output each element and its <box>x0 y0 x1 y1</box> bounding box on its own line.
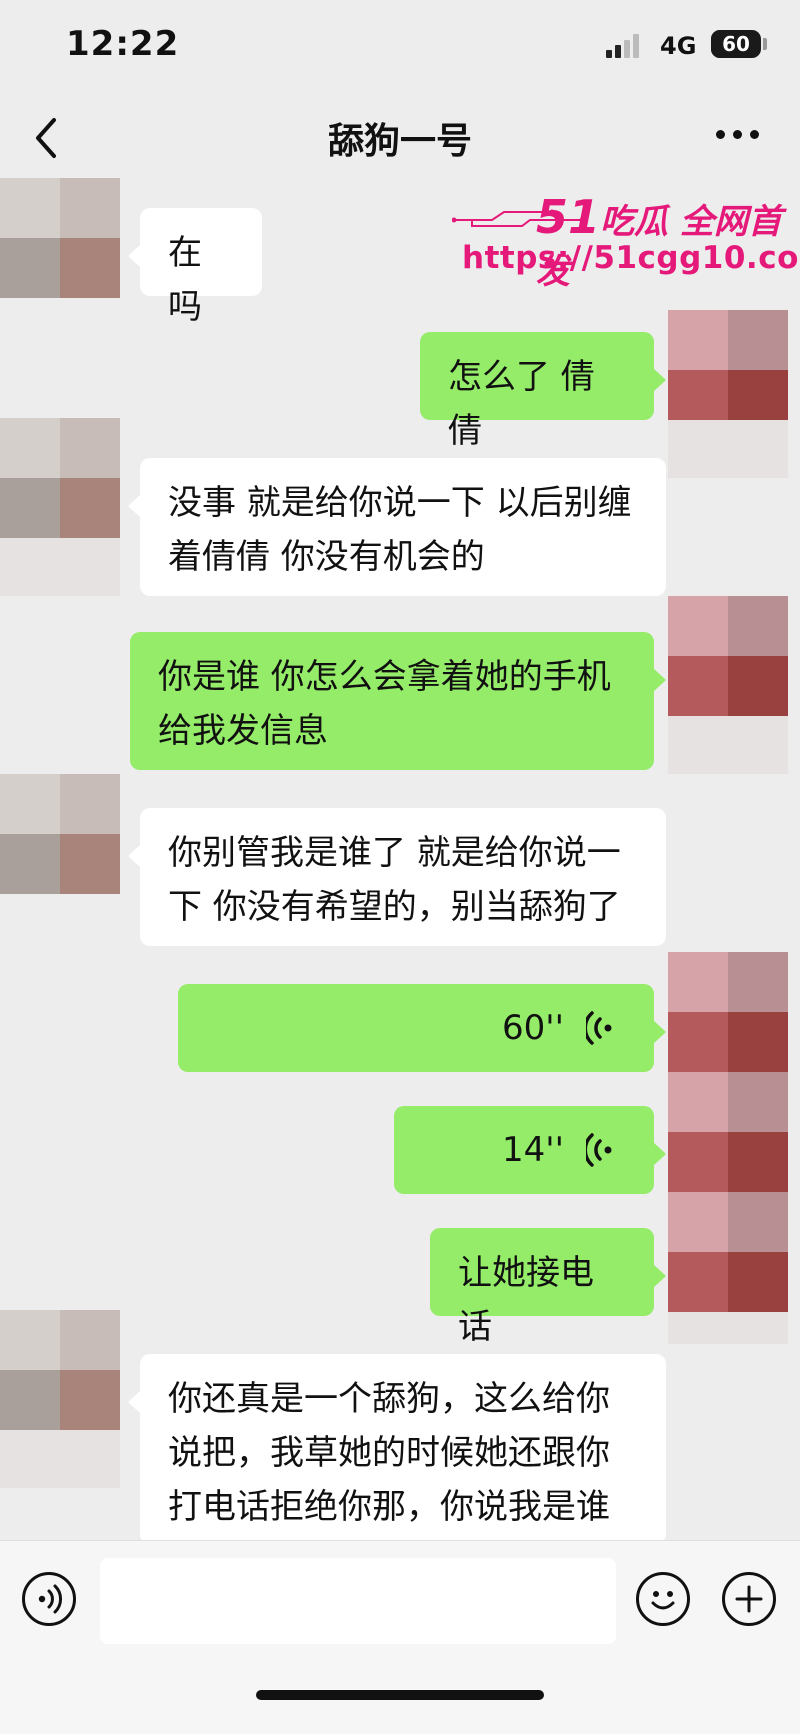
voice-duration: 14'' <box>502 1130 564 1170</box>
plus-sign-icon <box>735 1585 763 1613</box>
avatar[interactable] <box>668 596 788 716</box>
avatar[interactable] <box>668 1192 788 1312</box>
voice-duration: 60'' <box>502 1008 564 1048</box>
battery-icon: 60 <box>711 30 761 58</box>
voice-wave-icon <box>586 1011 612 1045</box>
voice-message-bubble[interactable]: 60'' <box>178 984 666 1072</box>
emoji-icon[interactable] <box>636 1572 690 1626</box>
watermark-url: https://51cgg10.com <box>462 240 800 276</box>
smile-face-icon <box>651 1591 675 1610</box>
voice-message-bubble[interactable]: 14'' <box>394 1106 666 1194</box>
network-type: 4G <box>660 32 697 60</box>
battery-level: 60 <box>722 32 750 56</box>
voice-wave-icon <box>586 1133 612 1167</box>
avatar[interactable] <box>0 418 120 538</box>
signal-icon <box>606 34 646 58</box>
voice-wave-icon <box>38 1584 62 1614</box>
message-bubble-incoming[interactable]: 你别管我是谁了 就是给你说一 下 你没有希望的，别当舔狗了 <box>128 808 666 946</box>
message-bubble-outgoing[interactable]: 你是谁 你怎么会拿着她的手机 给我发信息 <box>130 632 666 770</box>
home-indicator[interactable] <box>256 1690 544 1700</box>
more-dots-icon[interactable] <box>716 130 760 142</box>
avatar-blur <box>0 538 120 596</box>
avatar-blur <box>668 1312 788 1344</box>
plus-icon[interactable] <box>722 1572 776 1626</box>
message-input[interactable] <box>100 1558 616 1644</box>
message-bubble-outgoing[interactable]: 怎么了 倩倩 <box>420 332 666 451</box>
message-bubble-incoming[interactable]: 没事 就是给你说一下 以后别缠 着倩倩 你没有机会的 <box>128 458 666 596</box>
avatar[interactable] <box>0 1310 120 1430</box>
chat-title: 舔狗一号 <box>327 121 472 162</box>
voice-input-icon[interactable] <box>22 1572 76 1626</box>
status-time: 12:22 <box>66 24 180 64</box>
watermark-circuit-icon <box>452 209 585 227</box>
avatar[interactable] <box>668 952 788 1072</box>
message-bubble-incoming[interactable]: 你还真是一个舔狗，这么给你 说把，我草她的时候她还跟你 打电话拒绝你那，你说我是… <box>128 1354 666 1544</box>
avatar[interactable] <box>0 774 120 894</box>
battery-nub <box>763 38 767 50</box>
message-bubble-incoming[interactable]: 在吗 <box>128 208 262 327</box>
avatar-blur <box>0 1430 120 1488</box>
avatar[interactable] <box>668 1072 788 1192</box>
avatar[interactable] <box>668 310 788 430</box>
avatar[interactable] <box>0 178 120 298</box>
avatar-blur <box>668 716 788 774</box>
message-bubble-outgoing[interactable]: 让她接电话 <box>430 1228 666 1347</box>
avatar-blur <box>668 420 788 478</box>
